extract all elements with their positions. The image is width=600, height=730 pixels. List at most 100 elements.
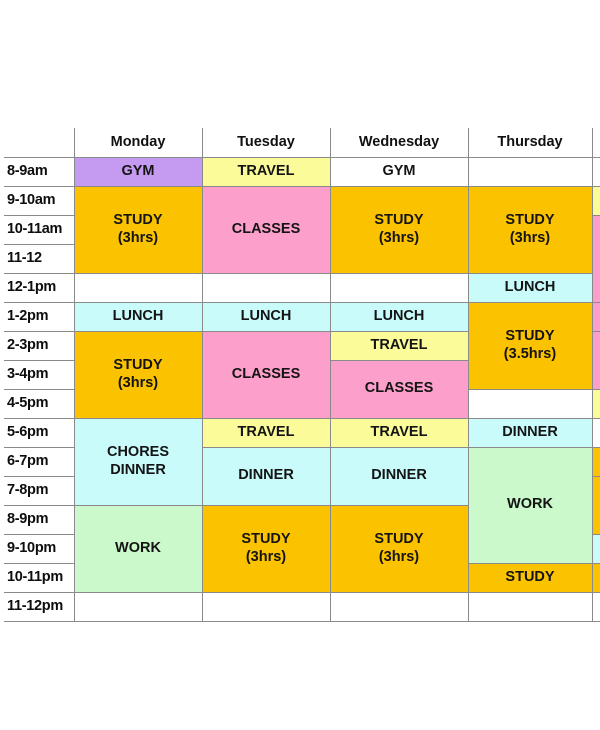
- time-label: 8-9pm: [4, 504, 75, 535]
- cell-thursday-1-4pm[interactable]: STUDY (3.5hrs): [467, 301, 593, 390]
- activity-label: TRAVEL: [370, 336, 428, 353]
- header-monday: Monday: [73, 128, 203, 158]
- cell-tuesday-9-12[interactable]: CLASSES: [201, 185, 331, 274]
- activity-label: WORK: [507, 496, 553, 513]
- activity-label: CLASSES: [364, 380, 434, 397]
- activity-label: STUDY: [113, 212, 163, 229]
- cell-friday-11-12pm[interactable]: [591, 591, 600, 622]
- cell-tuesday-8-11pm[interactable]: STUDY (3hrs): [201, 504, 331, 593]
- cell-thursday-9-12[interactable]: STUDY (3hrs): [467, 185, 593, 274]
- header-corner: [4, 128, 74, 158]
- cell-monday-8-11pm[interactable]: WORK: [73, 504, 203, 593]
- cell-wednesday-8-9am[interactable]: GYM: [329, 156, 469, 187]
- cell-wednesday-12-1pm[interactable]: [329, 272, 469, 303]
- cell-tuesday-11-12pm[interactable]: [201, 591, 331, 622]
- cell-thursday-8-9am[interactable]: [467, 156, 593, 187]
- activity-label: STUDY: [505, 328, 555, 345]
- cell-friday-2-4pm[interactable]: [591, 330, 600, 390]
- cell-friday-7-9pm[interactable]: [591, 475, 600, 535]
- cell-monday-12-1pm[interactable]: [73, 272, 203, 303]
- activity-label: TRAVEL: [237, 423, 295, 440]
- header-thursday: Thursday: [467, 128, 593, 158]
- timetable-row: 8-9am GYM TRAVEL GYM: [4, 156, 600, 187]
- cell-wednesday-1-2pm[interactable]: LUNCH: [329, 301, 469, 332]
- weekly-timetable: Monday Tuesday Wednesday Thursday 8-9am G…: [4, 128, 600, 622]
- time-label: 7-8pm: [4, 475, 75, 506]
- activity-label: STUDY: [374, 531, 424, 548]
- header-friday-partial: [591, 128, 600, 158]
- timetable-row: 11-12pm: [4, 591, 600, 622]
- activity-label: WORK: [115, 539, 161, 556]
- cell-tuesday-6-8pm[interactable]: DINNER: [201, 446, 331, 506]
- activity-label: TRAVEL: [370, 423, 428, 440]
- timetable-row: 12-1pm LUNCH: [4, 272, 600, 303]
- activity-label: STUDY: [505, 568, 555, 585]
- time-label: 9-10pm: [4, 533, 75, 564]
- activity-label: DINNER: [371, 467, 427, 484]
- activity-detail: (3hrs): [117, 229, 159, 246]
- header-wednesday: Wednesday: [329, 128, 469, 158]
- cell-friday-6-7pm[interactable]: [591, 446, 600, 477]
- activity-detail: (3hrs): [378, 229, 420, 246]
- header-row: Monday Tuesday Wednesday Thursday: [4, 128, 600, 158]
- timetable-body: 8-9am GYM TRAVEL GYM 9-10am STUDY (3hrs) CLASSE…: [4, 156, 600, 622]
- timetable-row: 9-10am STUDY (3hrs) CLASSES STUDY (3hrs) STUDY…: [4, 185, 600, 274]
- time-label: 10-11pm: [4, 562, 75, 593]
- cell-wednesday-11-12pm[interactable]: [329, 591, 469, 622]
- cell-monday-5-8pm[interactable]: CHORES DINNER: [73, 417, 203, 506]
- cell-tuesday-5-6pm[interactable]: TRAVEL: [201, 417, 331, 448]
- cell-thursday-11-12pm[interactable]: [467, 591, 593, 622]
- cell-wednesday-9-12[interactable]: STUDY (3hrs): [329, 185, 469, 274]
- activity-detail: DINNER: [110, 461, 166, 478]
- activity-label: STUDY: [505, 212, 555, 229]
- time-label: 5-6pm: [4, 417, 75, 448]
- activity-label: GYM: [121, 162, 155, 179]
- activity-detail: (3hrs): [117, 374, 159, 391]
- activity-label: DINNER: [502, 423, 558, 440]
- activity-label: LUNCH: [504, 278, 556, 295]
- cell-monday-2-5pm[interactable]: STUDY (3hrs): [73, 330, 203, 419]
- cell-thursday-12-1pm[interactable]: LUNCH: [467, 272, 593, 303]
- cell-friday-5-6pm[interactable]: [591, 417, 600, 448]
- cell-wednesday-8-11pm[interactable]: STUDY (3hrs): [329, 504, 469, 593]
- cell-thursday-5-6pm[interactable]: DINNER: [467, 417, 593, 448]
- cell-monday-11-12pm[interactable]: [73, 591, 203, 622]
- cell-monday-9-12[interactable]: STUDY (3hrs): [73, 185, 203, 274]
- cell-friday-8-9am[interactable]: [591, 156, 600, 187]
- cell-thursday-10-11pm[interactable]: STUDY: [467, 562, 593, 593]
- cell-friday-9-10am[interactable]: [591, 185, 600, 216]
- time-label: 1-2pm: [4, 301, 75, 332]
- time-label: 3-4pm: [4, 359, 75, 390]
- activity-label: DINNER: [238, 467, 294, 484]
- time-label: 2-3pm: [4, 330, 75, 361]
- cell-monday-8-9am[interactable]: GYM: [73, 156, 203, 187]
- activity-label: TRAVEL: [237, 162, 295, 179]
- cell-friday-9-10pm[interactable]: [591, 533, 600, 564]
- activity-label: STUDY: [241, 531, 291, 548]
- cell-friday-10-11pm[interactable]: [591, 562, 600, 593]
- cell-friday-1-2pm[interactable]: [591, 301, 600, 332]
- time-label: 11-12: [4, 243, 75, 274]
- cell-wednesday-2-3pm[interactable]: TRAVEL: [329, 330, 469, 361]
- activity-detail: (3.5hrs): [503, 345, 557, 362]
- activity-label: STUDY: [374, 212, 424, 229]
- header-tuesday: Tuesday: [201, 128, 331, 158]
- cell-wednesday-6-8pm[interactable]: DINNER: [329, 446, 469, 506]
- cell-wednesday-5-6pm[interactable]: TRAVEL: [329, 417, 469, 448]
- activity-label: LUNCH: [240, 307, 292, 324]
- activity-label: CLASSES: [231, 365, 301, 382]
- cell-thursday-6-10pm[interactable]: WORK: [467, 446, 593, 564]
- activity-label: STUDY: [113, 357, 163, 374]
- cell-tuesday-2-5pm[interactable]: CLASSES: [201, 330, 331, 419]
- activity-detail: (3hrs): [378, 548, 420, 565]
- cell-friday-10-1pm[interactable]: [591, 214, 600, 303]
- cell-tuesday-8-9am[interactable]: TRAVEL: [201, 156, 331, 187]
- cell-wednesday-3-5pm[interactable]: CLASSES: [329, 359, 469, 419]
- cell-thursday-4-5pm[interactable]: [467, 388, 593, 419]
- cell-monday-1-2pm[interactable]: LUNCH: [73, 301, 203, 332]
- cell-tuesday-1-2pm[interactable]: LUNCH: [201, 301, 331, 332]
- cell-tuesday-12-1pm[interactable]: [201, 272, 331, 303]
- time-label: 9-10am: [4, 185, 75, 216]
- time-label: 12-1pm: [4, 272, 75, 303]
- cell-friday-4-5pm[interactable]: [591, 388, 600, 419]
